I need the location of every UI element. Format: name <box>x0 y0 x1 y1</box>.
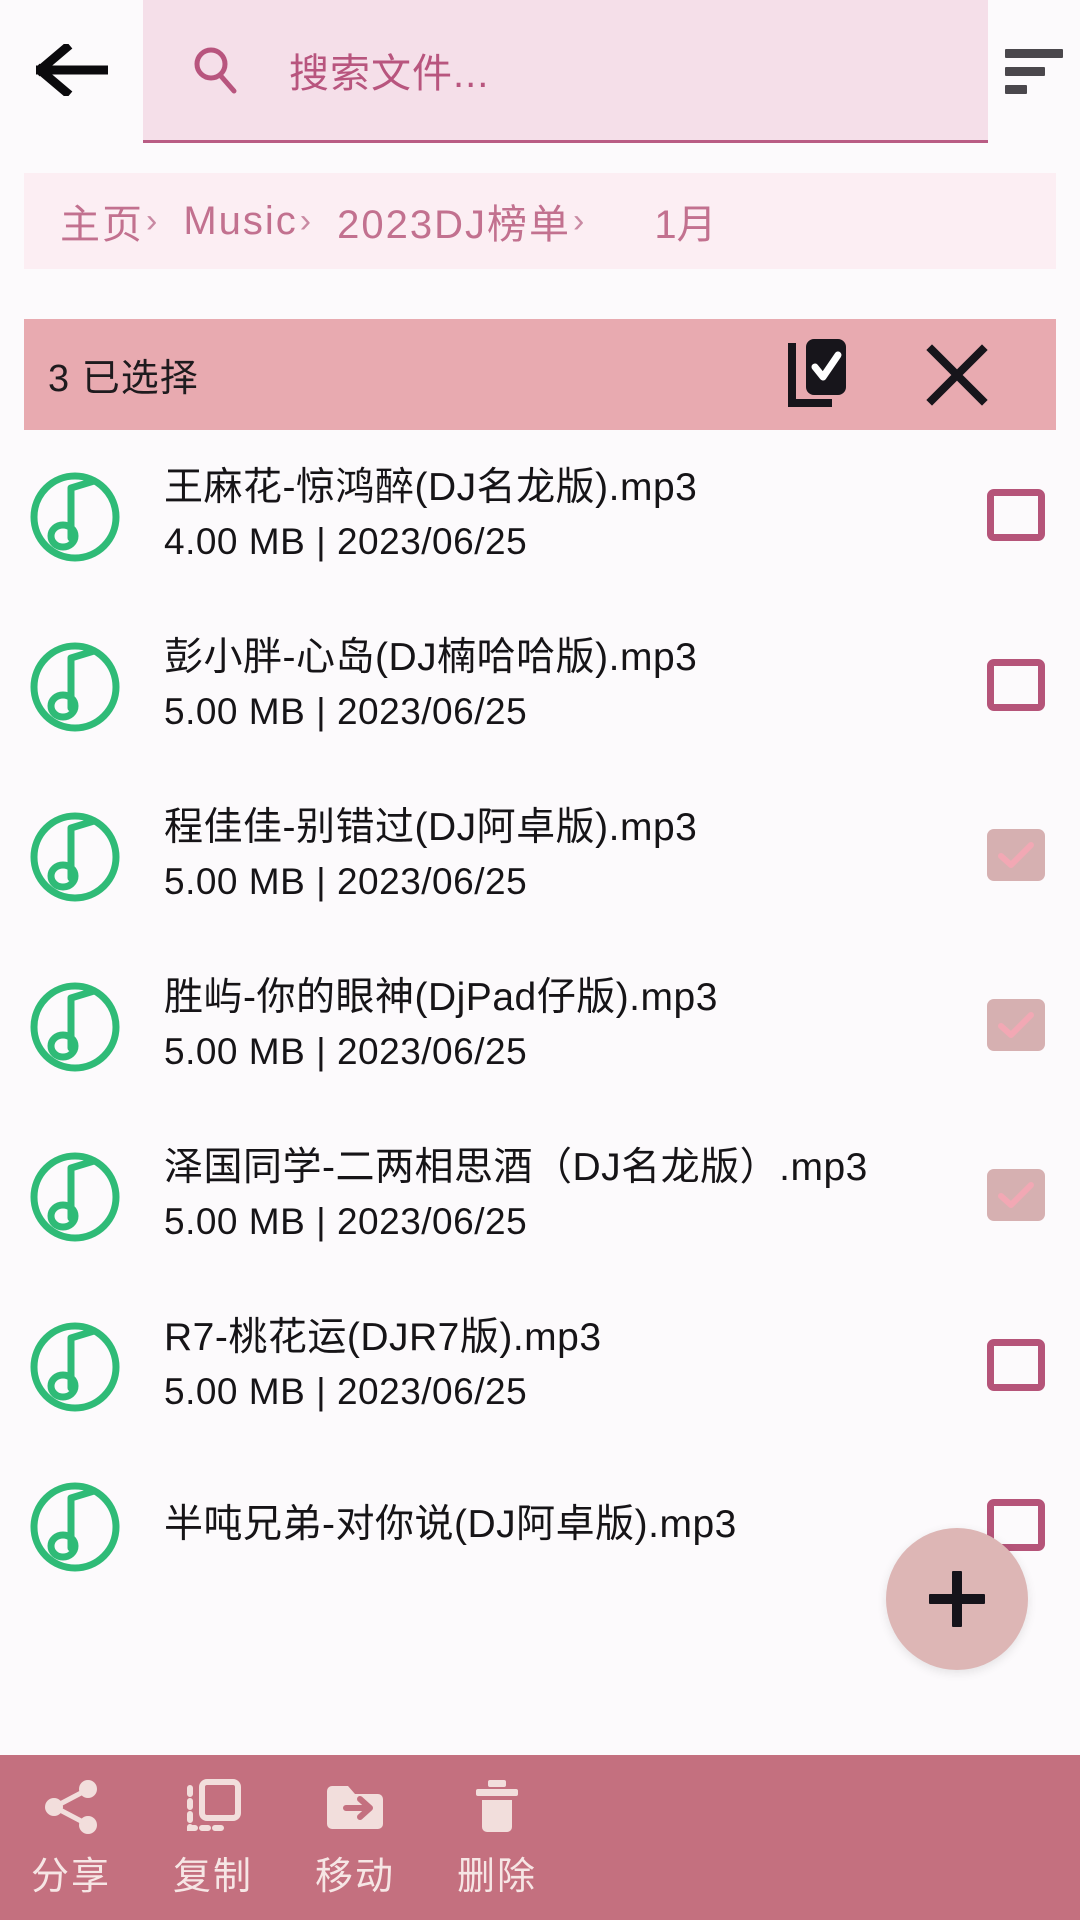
file-name: 胜屿-你的眼神(DjPad仔版).mp3 <box>164 972 932 1024</box>
file-name: 王麻花-惊鸿醉(DJ名龙版).mp3 <box>164 462 932 514</box>
copy-icon <box>184 1778 242 1836</box>
file-meta: 泽国同学-二两相思酒（DJ名龙版）.mp35.00 MB | 2023/06/2… <box>164 1142 952 1248</box>
file-checkbox-unchecked[interactable] <box>987 1339 1045 1391</box>
bottom-action-label: 移动 <box>315 1845 395 1900</box>
delete-icon <box>472 1778 522 1836</box>
check-icon <box>996 1010 1036 1040</box>
file-list-item[interactable]: 王麻花-惊鸿醉(DJ名龙版).mp34.00 MB | 2023/06/25 <box>0 430 1080 600</box>
bottom-action-delete[interactable]: 删除 <box>426 1755 568 1920</box>
selection-bar-actions <box>788 339 988 411</box>
file-checkbox-unchecked[interactable] <box>987 489 1045 541</box>
file-name: 彭小胖-心岛(DJ楠哈哈版).mp3 <box>164 632 932 684</box>
library-add-check-icon[interactable] <box>788 339 850 411</box>
file-manager-screen: 搜索文件... 主页›Music›2023DJ榜单›1月 3 已选择 王麻花-惊… <box>0 0 1080 1920</box>
file-checkbox-cell[interactable] <box>952 999 1080 1051</box>
plus-icon <box>929 1571 985 1627</box>
close-icon[interactable] <box>926 344 988 406</box>
sort-icon <box>1005 49 1063 94</box>
file-name: 程佳佳-别错过(DJ阿卓版).mp3 <box>164 802 932 854</box>
file-meta: 彭小胖-心岛(DJ楠哈哈版).mp35.00 MB | 2023/06/25 <box>164 632 952 738</box>
file-name: 半吨兄弟-对你说(DJ阿卓版).mp3 <box>164 1499 932 1551</box>
breadcrumb-item[interactable]: Music <box>183 199 297 244</box>
breadcrumb-separator: › <box>300 202 311 241</box>
breadcrumb-item[interactable]: 1月 <box>654 192 716 250</box>
bottom-action-label: 分享 <box>31 1845 111 1900</box>
file-checkbox-cell[interactable] <box>952 1339 1080 1391</box>
file-checkbox-checked[interactable] <box>987 999 1045 1051</box>
file-meta: 王麻花-惊鸿醉(DJ名龙版).mp34.00 MB | 2023/06/25 <box>164 462 952 568</box>
top-app-bar: 搜索文件... <box>0 0 1080 140</box>
file-name: R7-桃花运(DJR7版).mp3 <box>164 1312 932 1364</box>
breadcrumb: 主页›Music›2023DJ榜单›1月 <box>24 173 1056 269</box>
bottom-action-label: 复制 <box>173 1845 253 1900</box>
bottom-action-share[interactable]: 分享 <box>0 1755 142 1920</box>
file-meta: 胜屿-你的眼神(DjPad仔版).mp35.00 MB | 2023/06/25 <box>164 972 952 1078</box>
music-note-icon <box>26 1316 124 1414</box>
file-size-date: 5.00 MB | 2023/06/25 <box>164 856 932 908</box>
search-field[interactable]: 搜索文件... <box>143 0 988 143</box>
file-list-item[interactable]: 程佳佳-别错过(DJ阿卓版).mp35.00 MB | 2023/06/25 <box>0 770 1080 940</box>
share-icon <box>42 1778 100 1836</box>
file-name: 泽国同学-二两相思酒（DJ名龙版）.mp3 <box>164 1142 932 1194</box>
bottom-action-move-to-folder[interactable]: 移动 <box>284 1755 426 1920</box>
breadcrumb-separator: › <box>573 202 584 241</box>
search-icon <box>189 44 241 96</box>
file-size-date: 5.00 MB | 2023/06/25 <box>164 686 932 738</box>
file-size-date: 5.00 MB | 2023/06/25 <box>164 1026 932 1078</box>
file-checkbox-cell[interactable] <box>952 659 1080 711</box>
sort-button[interactable] <box>988 0 1080 143</box>
file-meta: 程佳佳-别错过(DJ阿卓版).mp35.00 MB | 2023/06/25 <box>164 802 952 908</box>
music-note-icon <box>26 806 124 904</box>
search-input-placeholder[interactable]: 搜索文件... <box>289 41 489 99</box>
file-meta: 半吨兄弟-对你说(DJ阿卓版).mp3 <box>164 1499 952 1551</box>
selection-action-bar: 3 已选择 <box>24 319 1056 430</box>
copy-icon-wrap <box>184 1775 242 1839</box>
bottom-action-label: 删除 <box>457 1845 537 1900</box>
music-note-icon <box>26 976 124 1074</box>
breadcrumb-item[interactable]: 2023DJ榜单 <box>337 192 571 250</box>
music-note-icon <box>26 636 124 734</box>
file-checkbox-cell[interactable] <box>952 829 1080 881</box>
music-note-icon <box>26 466 124 564</box>
file-size-date: 5.00 MB | 2023/06/25 <box>164 1196 932 1248</box>
share-icon-wrap <box>42 1775 100 1839</box>
bottom-action-copy[interactable]: 复制 <box>142 1755 284 1920</box>
file-size-date: 4.00 MB | 2023/06/25 <box>164 516 932 568</box>
music-note-icon <box>26 1146 124 1244</box>
file-list-item[interactable]: 泽国同学-二两相思酒（DJ名龙版）.mp35.00 MB | 2023/06/2… <box>0 1110 1080 1280</box>
file-list-item[interactable]: R7-桃花运(DJR7版).mp35.00 MB | 2023/06/25 <box>0 1280 1080 1450</box>
breadcrumb-item[interactable]: 主页 <box>60 192 144 250</box>
check-icon <box>996 1180 1036 1210</box>
move-to-folder-icon-wrap <box>324 1775 386 1839</box>
file-list-item[interactable]: 彭小胖-心岛(DJ楠哈哈版).mp35.00 MB | 2023/06/25 <box>0 600 1080 770</box>
music-note-icon <box>26 1476 124 1574</box>
add-fab-button[interactable] <box>886 1528 1028 1670</box>
file-checkbox-checked[interactable] <box>987 1169 1045 1221</box>
file-list-item[interactable]: 胜屿-你的眼神(DjPad仔版).mp35.00 MB | 2023/06/25 <box>0 940 1080 1110</box>
breadcrumb-separator: › <box>146 202 157 241</box>
file-meta: R7-桃花运(DJR7版).mp35.00 MB | 2023/06/25 <box>164 1312 952 1418</box>
file-checkbox-cell[interactable] <box>952 489 1080 541</box>
file-checkbox-checked[interactable] <box>987 829 1045 881</box>
check-icon <box>996 840 1036 870</box>
arrow-left-icon <box>36 44 108 96</box>
file-checkbox-unchecked[interactable] <box>987 659 1045 711</box>
file-size-date: 5.00 MB | 2023/06/25 <box>164 1366 932 1418</box>
back-button[interactable] <box>0 0 143 140</box>
file-checkbox-cell[interactable] <box>952 1169 1080 1221</box>
delete-icon-wrap <box>472 1775 522 1839</box>
move-to-folder-icon <box>324 1781 386 1833</box>
selected-count-label: 3 已选择 <box>48 347 199 402</box>
bottom-action-bar: 分享 复制 移动 删除 <box>0 1755 1080 1920</box>
